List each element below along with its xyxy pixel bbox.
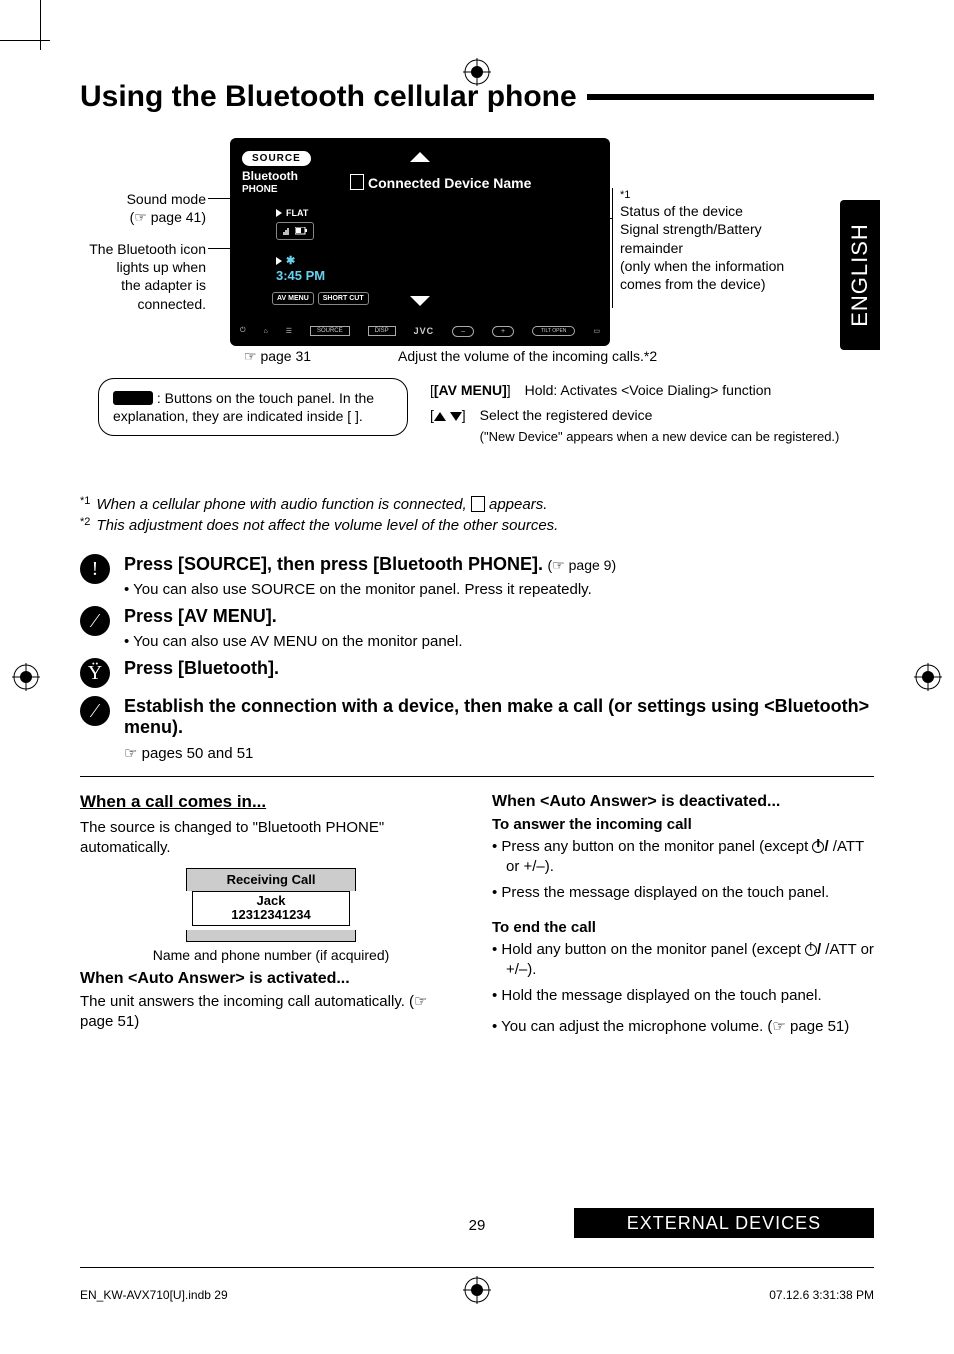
av-menu-button[interactable]: AV MENU — [272, 292, 314, 305]
steps-list: ! Press [SOURCE], then press [Bluetooth … — [80, 554, 874, 762]
tilt-open-button[interactable]: TILT OPEN — [532, 326, 575, 336]
footer-timestamp: 07.12.6 3:31:38 PM — [769, 1288, 874, 1302]
up-down-key-label: [ ] — [430, 405, 466, 447]
step-number-icon: ⁄ — [80, 606, 110, 636]
button-function-list: [[AV MENU]] Hold: Activates <Voice Diali… — [430, 380, 839, 451]
step-2: ⁄ Press [AV MENU]. You can also use AV M… — [80, 606, 874, 650]
up-button-icon[interactable] — [410, 152, 430, 162]
auto-answer-activated-heading: When <Auto Answer> is activated... — [80, 968, 462, 990]
shortcut-button[interactable]: SHORT CUT — [318, 292, 369, 305]
auto-answer-deactivated-heading: When <Auto Answer> is deactivated... — [492, 791, 874, 813]
panel-end-icon: ▭ — [593, 327, 600, 335]
volume-adjust-note: Adjust the volume of the incoming calls.… — [398, 348, 657, 364]
bluetooth-icon: ✱ — [276, 254, 295, 267]
divider — [80, 776, 874, 777]
source-button[interactable]: SOURCE — [242, 151, 311, 166]
section-footer: EXTERNAL DEVICES — [574, 1208, 874, 1238]
step-number-icon: ! — [80, 554, 110, 584]
up-triangle-icon — [434, 412, 446, 421]
step-1: ! Press [SOURCE], then press [Bluetooth … — [80, 554, 874, 598]
touch-panel-button-note: : Buttons on the touch panel. In the exp… — [98, 378, 408, 436]
footer-divider — [80, 1267, 874, 1268]
receiving-call-caption: Name and phone number (if acquired) — [80, 946, 462, 965]
list-item: Hold any button on the monitor panel (ex… — [492, 940, 874, 981]
signal-battery-icon — [276, 222, 314, 240]
home-icon[interactable]: ⌂ — [264, 328, 268, 335]
callout-device-status: *1 Status of the device Signal strength/… — [620, 188, 830, 293]
page-number: 29 — [469, 1217, 486, 1234]
down-triangle-icon — [450, 412, 462, 421]
step-number-icon: Ÿ — [80, 658, 110, 688]
list-item: Hold the message displayed on the touch … — [492, 986, 874, 1006]
footnotes: *1 When a cellular phone with audio func… — [80, 494, 874, 536]
power-icon — [805, 944, 817, 956]
step-3: Ÿ Press [Bluetooth]. — [80, 658, 874, 688]
device-diagram: Sound mode (☞ page 41) The Bluetooth ico… — [80, 124, 874, 484]
to-answer-heading: To answer the incoming call — [492, 815, 874, 835]
step-4: ⁄ Establish the connection with a device… — [80, 696, 874, 762]
head-unit-screen: SOURCE Bluetooth PHONE Connected Device … — [230, 138, 610, 346]
callout-bluetooth-icon: The Bluetooth icon lights up when the ad… — [76, 240, 206, 313]
power-icon — [812, 841, 824, 853]
list-item: Press any button on the monitor panel (e… — [492, 837, 874, 878]
footer-file: EN_KW-AVX710[U].indb 29 — [80, 1288, 228, 1302]
power-att-icon[interactable]: ⏻ — [240, 327, 246, 335]
disp-hard-button[interactable]: DISP — [368, 326, 396, 336]
button-keycap-icon — [113, 391, 153, 405]
registration-mark-icon — [914, 663, 942, 691]
sound-mode-value: FLAT — [276, 208, 308, 218]
connected-device-name: Connected Device Name — [350, 174, 531, 191]
right-column: When <Auto Answer> is deactivated... To … — [492, 791, 874, 1043]
when-call-comes-in-heading: When a call comes in... — [80, 791, 462, 814]
volume-plus-button[interactable]: + — [492, 326, 514, 337]
to-end-heading: To end the call — [492, 918, 874, 938]
audio-phone-icon — [471, 496, 485, 512]
receiving-call-display: Receiving Call Jack 12312341234 — [186, 868, 356, 941]
left-column: When a call comes in... The source is ch… — [80, 791, 462, 1043]
step-number-icon: ⁄ — [80, 696, 110, 726]
list-item: You can adjust the microphone volume. (☞… — [492, 1017, 874, 1037]
av-menu-key-label: [[AV MENU]] — [430, 380, 511, 401]
clock-display: 3:45 PM — [276, 268, 325, 283]
registration-mark-icon — [463, 1276, 491, 1304]
source-hard-button[interactable]: SOURCE — [310, 326, 350, 336]
page-title: Using the Bluetooth cellular phone — [80, 80, 874, 114]
page-31-ref: ☞ page 31 — [244, 348, 311, 365]
list-item: Press the message displayed on the touch… — [492, 883, 874, 903]
jvc-logo: JVC — [414, 326, 435, 336]
callout-line — [612, 188, 613, 308]
volume-minus-button[interactable]: – — [452, 326, 474, 337]
crop-mark — [0, 40, 50, 41]
crop-mark — [40, 0, 41, 50]
callout-sound-mode: Sound mode (☞ page 41) — [76, 190, 206, 226]
registration-mark-icon — [12, 663, 40, 691]
down-button-icon[interactable] — [410, 296, 430, 306]
monitor-panel-strip: ⏻ ⌂ ☰ SOURCE DISP JVC – + TILT OPEN ▭ — [240, 322, 600, 340]
menu-icon[interactable]: ☰ — [286, 327, 292, 335]
